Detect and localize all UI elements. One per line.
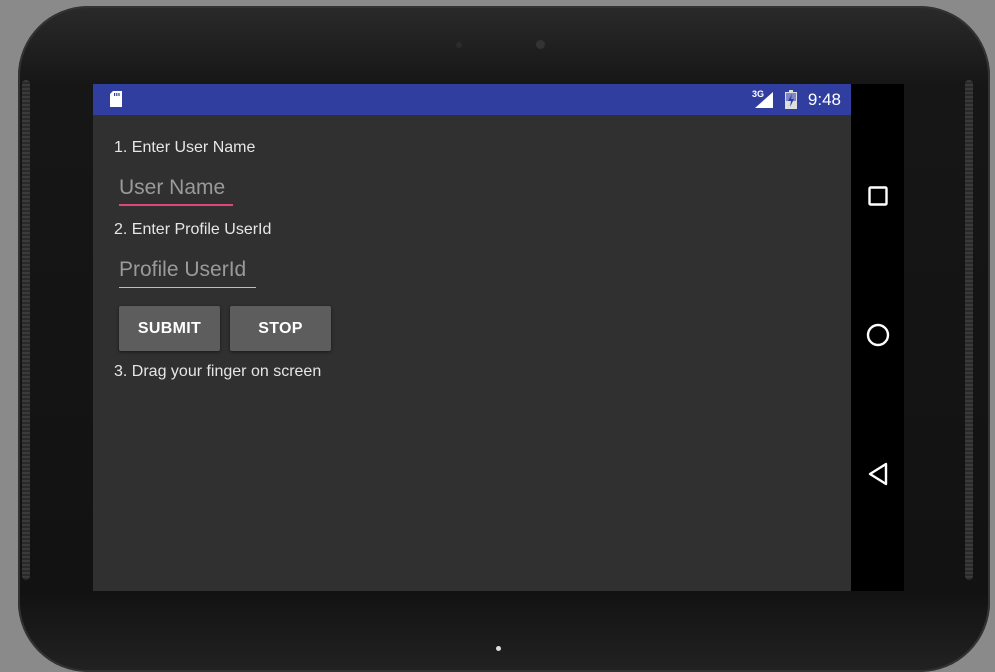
left-speaker-grille xyxy=(22,80,30,580)
back-button[interactable] xyxy=(861,459,895,493)
home-button[interactable] xyxy=(861,320,895,354)
step3-label: 3. Drag your finger on screen xyxy=(114,363,322,380)
step2-label: 2. Enter Profile UserId xyxy=(114,221,272,238)
profile-userid-input[interactable]: Profile UserId xyxy=(119,258,246,282)
username-input-underline xyxy=(119,204,233,206)
profile-userid-input-underline xyxy=(119,287,256,288)
front-camera-icon xyxy=(536,40,545,49)
username-input[interactable]: User Name xyxy=(119,176,225,200)
step1-label: 1. Enter User Name xyxy=(114,139,256,156)
battery-charging-icon xyxy=(785,90,797,114)
hardware-indicator-dot xyxy=(496,646,501,651)
back-icon xyxy=(867,462,889,491)
tablet-device: 3G 9:48 1. Enter User Name User Name 2. … xyxy=(0,0,995,672)
sd-card-icon xyxy=(110,91,122,112)
home-icon xyxy=(866,323,890,352)
front-sensor xyxy=(456,42,462,48)
navigation-bar xyxy=(851,84,904,591)
submit-button[interactable]: SUBMIT xyxy=(119,306,220,351)
recents-button[interactable] xyxy=(861,181,895,215)
app-content: 1. Enter User Name User Name 2. Enter Pr… xyxy=(93,115,851,591)
device-screen: 3G 9:48 1. Enter User Name User Name 2. … xyxy=(93,84,904,591)
recents-icon xyxy=(868,185,888,211)
right-speaker-grille xyxy=(965,80,973,580)
status-bar: 3G 9:48 xyxy=(93,84,851,115)
status-time: 9:48 xyxy=(807,90,841,109)
signal-icon xyxy=(755,92,773,113)
stop-button[interactable]: STOP xyxy=(230,306,331,351)
